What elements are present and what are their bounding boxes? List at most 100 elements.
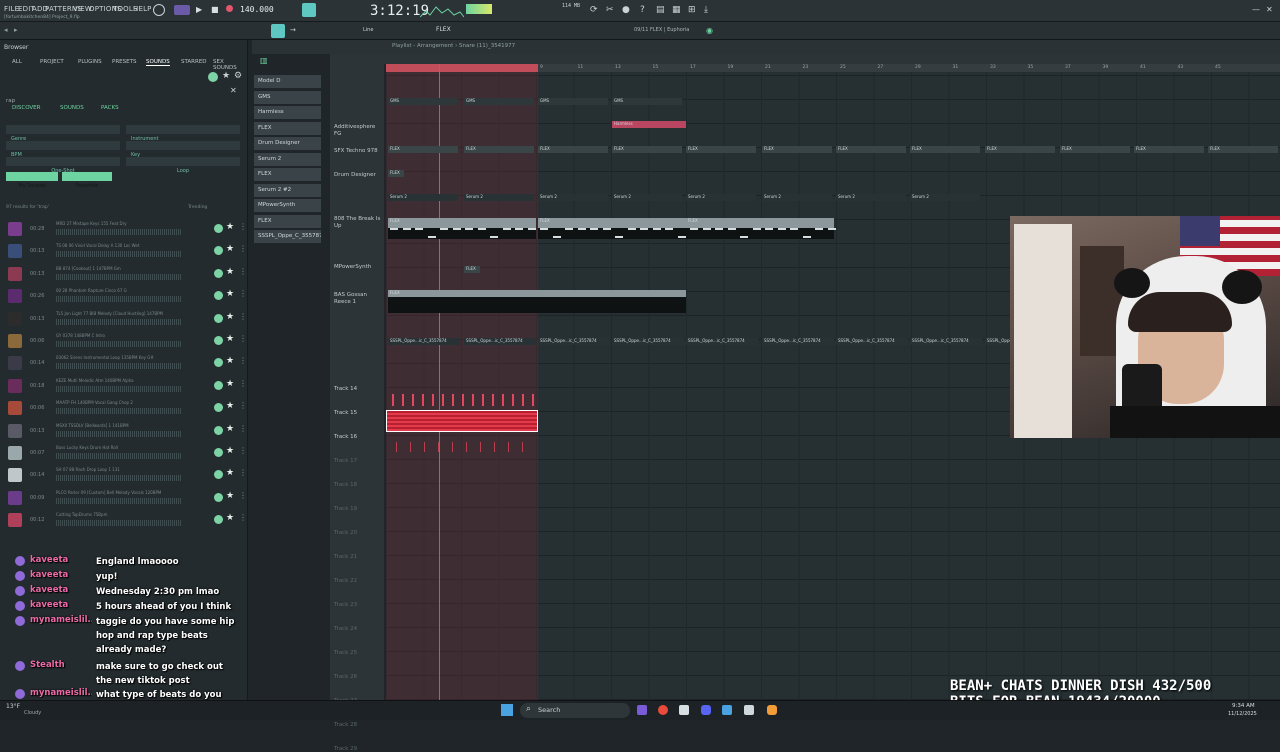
sound-row[interactable]: 00:06 MAATP FH 140BPM Vocal Gang Chop 2 ★ ⋮ bbox=[4, 397, 247, 419]
record-mode-icon[interactable] bbox=[153, 4, 165, 16]
waveform[interactable] bbox=[56, 251, 182, 258]
waveform[interactable] bbox=[56, 497, 182, 504]
channel-6[interactable]: FLEX bbox=[254, 168, 321, 181]
track-name[interactable]: BAS Gossan Reece 1 bbox=[334, 292, 382, 306]
ruler-bar-number[interactable]: 43 bbox=[1178, 65, 1184, 70]
clip-bas-pattern[interactable] bbox=[388, 297, 686, 313]
clip-808-header[interactable]: FLEX bbox=[388, 218, 536, 225]
clip-flex[interactable]: FLEX bbox=[836, 146, 906, 153]
tab-all[interactable]: ALL bbox=[12, 59, 22, 65]
channel-7[interactable]: Serum 2 #2 bbox=[254, 183, 321, 197]
channel-10[interactable]: SSSPL_Oppe_C_3557874 bbox=[254, 230, 321, 243]
metronome-icon[interactable] bbox=[302, 3, 316, 17]
stop-icon[interactable]: ■ bbox=[211, 5, 219, 14]
waveform[interactable] bbox=[56, 341, 182, 347]
ruler-bar-number[interactable]: 25 bbox=[840, 65, 846, 70]
ruler-bar-number[interactable]: 45 bbox=[1215, 65, 1221, 70]
track-name[interactable]: MPowerSynth bbox=[334, 264, 382, 271]
track-name-empty[interactable]: Track 29 bbox=[334, 746, 357, 752]
channel-5[interactable]: Serum 2 bbox=[254, 152, 321, 166]
ruler-bar-number[interactable]: 11 bbox=[578, 65, 584, 70]
favorites-button[interactable]: Favorites bbox=[62, 172, 112, 189]
my-sounds-button[interactable]: My Sounds bbox=[6, 172, 58, 189]
play-icon[interactable]: ▶ bbox=[196, 5, 202, 14]
track-name-empty[interactable]: Track 25 bbox=[334, 650, 357, 656]
channel-rack-icon[interactable]: ⊞ bbox=[688, 5, 696, 15]
download-check-icon[interactable] bbox=[214, 448, 223, 457]
more-options-icon[interactable]: ⋮ bbox=[239, 289, 247, 298]
clip-flex[interactable]: FLEX bbox=[910, 146, 980, 153]
channel-8[interactable]: MPowerSynth bbox=[254, 199, 321, 212]
star-icon[interactable]: ★ bbox=[226, 356, 234, 366]
more-options-icon[interactable]: ⋮ bbox=[239, 513, 247, 522]
star-icon[interactable]: ★ bbox=[226, 312, 234, 322]
genre-filter[interactable]: Genre bbox=[6, 125, 120, 142]
clip-serum[interactable]: Serum 2 bbox=[836, 194, 906, 201]
track-name[interactable]: Drum Designer bbox=[334, 172, 382, 179]
ruler-bar-number[interactable]: 17 bbox=[690, 65, 696, 70]
clip-flex[interactable]: FLEX bbox=[762, 146, 832, 153]
snap-icon[interactable]: ⟳ bbox=[590, 5, 598, 15]
track-name-empty[interactable]: Track 24 bbox=[334, 626, 357, 632]
download-check-icon[interactable] bbox=[214, 268, 223, 278]
clip-harmless[interactable]: Harmless bbox=[612, 121, 686, 128]
ruler-bar-number[interactable]: 9 bbox=[540, 65, 543, 70]
clip-808-header[interactable]: FLEX bbox=[538, 218, 686, 225]
waveform[interactable] bbox=[56, 363, 182, 370]
ruler-bar-number[interactable]: 41 bbox=[1140, 65, 1146, 70]
star-icon[interactable]: ★ bbox=[226, 222, 234, 232]
tempo-display[interactable]: 140.000 bbox=[240, 5, 274, 14]
sound-row[interactable]: 00:09 PLCO Parler 09 [Custom] Bell Melody… bbox=[4, 487, 247, 509]
track-name-empty[interactable]: Track 21 bbox=[334, 554, 357, 560]
online-icon[interactable]: ◉ bbox=[706, 26, 713, 35]
minimize-icon[interactable]: — bbox=[1252, 5, 1260, 14]
download-check-icon[interactable] bbox=[214, 313, 223, 323]
clip-gms[interactable]: GMS bbox=[388, 98, 458, 105]
star-icon[interactable]: ★ bbox=[226, 334, 234, 344]
instrument-filter[interactable]: Instrument bbox=[126, 125, 240, 142]
sound-row[interactable]: 00:13 TS 08 06 Vivid Vocal Delay A 130 Lo… bbox=[4, 240, 247, 262]
arrow-right-icon[interactable]: ▸ bbox=[14, 26, 18, 34]
more-options-icon[interactable]: ⋮ bbox=[239, 468, 247, 477]
tab-sex-sounds[interactable]: SEX SOUNDS bbox=[213, 59, 247, 71]
ruler-bar-number[interactable]: 21 bbox=[765, 65, 771, 70]
clip-ssspl[interactable]: SSSPL_Oppe...ic_C_3557874 bbox=[910, 338, 982, 345]
waveform[interactable] bbox=[56, 296, 182, 303]
download-check-icon[interactable] bbox=[214, 425, 223, 435]
more-options-icon[interactable]: ⋮ bbox=[239, 424, 247, 433]
ruler-bar-number[interactable]: 37 bbox=[1065, 65, 1071, 70]
clip-flex[interactable]: FLEX bbox=[612, 146, 682, 153]
clip-serum[interactable]: Serum 2 bbox=[538, 194, 608, 201]
sound-row[interactable]: 00:13 MSXII TSSDLV [Bellwards] 1 141BPM ★ ⋮ bbox=[4, 420, 247, 442]
waveform[interactable] bbox=[56, 318, 182, 325]
clip-flex[interactable]: FLEX bbox=[464, 146, 534, 153]
channel-9[interactable]: FLEX bbox=[254, 214, 321, 228]
star-icon[interactable]: ★ bbox=[226, 267, 234, 277]
sound-row[interactable]: 00:12 Cutting TapDrums 75Bpm ★ ⋮ bbox=[4, 509, 247, 531]
menu-help[interactable]: HELP bbox=[133, 5, 152, 13]
ruler-bar-number[interactable]: 31 bbox=[953, 65, 959, 70]
mixer-icon[interactable]: ▤ bbox=[656, 5, 665, 15]
tab-project[interactable]: PROJECT bbox=[40, 59, 64, 65]
tab-plugins[interactable]: PLUGINS bbox=[78, 59, 102, 65]
ruler-bar-number[interactable]: 19 bbox=[728, 65, 734, 70]
waveform[interactable] bbox=[56, 273, 182, 280]
channel-0[interactable]: Model D bbox=[254, 75, 321, 88]
help-icon[interactable]: ? bbox=[640, 5, 645, 15]
sync-icon[interactable] bbox=[208, 72, 218, 82]
playhead[interactable] bbox=[439, 64, 440, 700]
clip-ssspl[interactable]: SSSPL_Oppe...ic_C_3557874 bbox=[464, 338, 536, 345]
more-options-icon[interactable]: ⋮ bbox=[239, 267, 247, 276]
more-options-icon[interactable]: ⋮ bbox=[239, 244, 247, 253]
explorer-icon[interactable] bbox=[679, 705, 689, 715]
waveform[interactable] bbox=[56, 229, 182, 235]
clock-time[interactable]: 9:34 AM bbox=[1232, 703, 1255, 709]
clip-ssspl[interactable]: SSSPL_Oppe...ic_C_3557874 bbox=[762, 338, 834, 345]
star-icon[interactable]: ★ bbox=[226, 513, 234, 523]
weather-temp[interactable]: 13°F bbox=[6, 703, 20, 710]
sound-row[interactable]: 00:28 MRD 27 Mixtape Keys 155 Feat Dry ★ ⋮ bbox=[4, 218, 247, 240]
clip-ssspl[interactable]: SSSPL_Oppe...ic_C_3557874 bbox=[612, 338, 684, 345]
track-name[interactable]: 808 The Break Is Up bbox=[334, 216, 382, 230]
sound-row[interactable]: 00:13 TL5 Jon Light 77 BIB Melody [Cloud … bbox=[4, 308, 247, 330]
clip-flex[interactable]: FLEX bbox=[1208, 146, 1278, 153]
